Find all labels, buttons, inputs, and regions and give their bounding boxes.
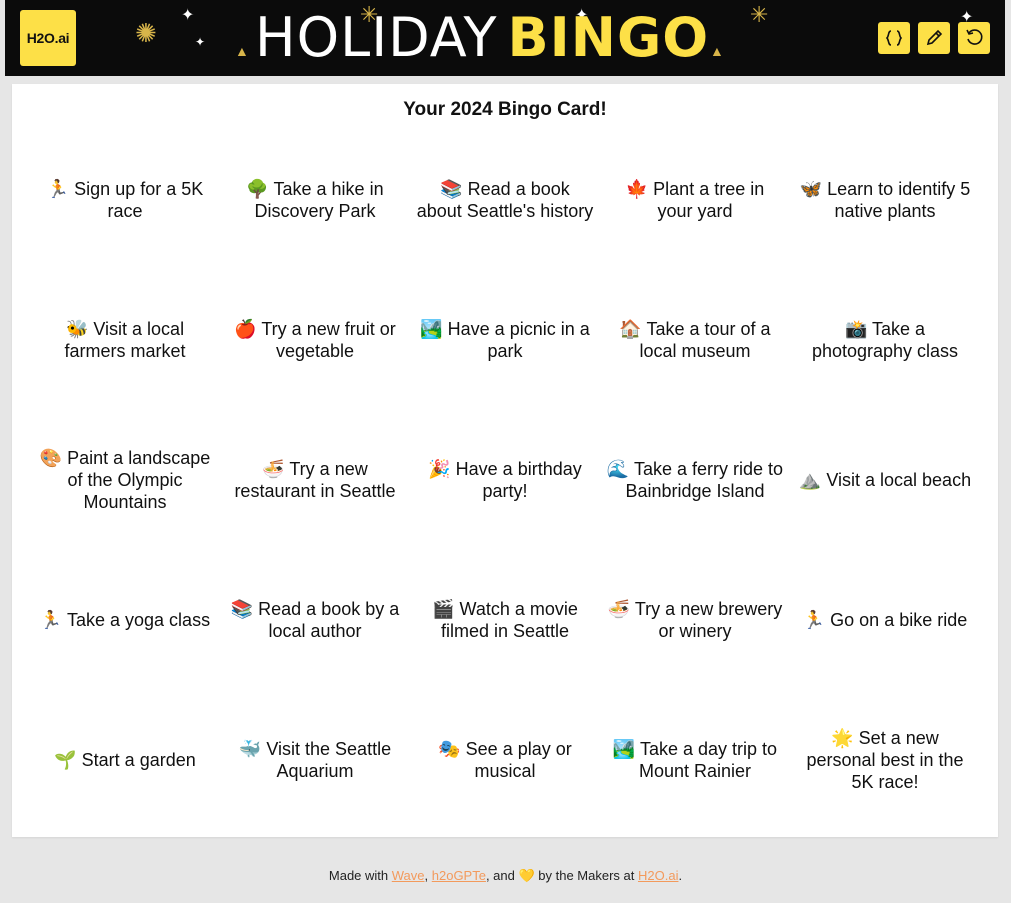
- footer: Made with Wave, h2oGPTe, and 💛 by the Ma…: [0, 868, 1011, 884]
- bingo-cell[interactable]: 🍜 Try a new brewery or winery: [600, 550, 790, 690]
- code-button[interactable]: [878, 22, 910, 54]
- bingo-cell[interactable]: 🌊 Take a ferry ride to Bainbridge Island: [600, 410, 790, 550]
- bingo-cell[interactable]: 📚 Read a book by a local author: [220, 550, 410, 690]
- app-header: ✦ ✦ ✺ ✳ ✦ ✳ ✦ ▲ ▲ H2O.ai HOLIDAY BINGO: [5, 0, 1005, 76]
- bingo-cell[interactable]: ⛰️ Visit a local beach: [790, 410, 980, 550]
- bingo-cell[interactable]: 🎬 Watch a movie filmed in Seattle: [410, 550, 600, 690]
- footer-sep: ,: [424, 868, 432, 883]
- bingo-cell[interactable]: 🎭 See a play or musical: [410, 690, 600, 830]
- h2o-logo: H2O.ai: [20, 10, 76, 66]
- edit-button[interactable]: [918, 22, 950, 54]
- bingo-cell[interactable]: 🐳 Visit the Seattle Aquarium: [220, 690, 410, 830]
- bingo-cell[interactable]: 🌟 Set a new personal best in the 5K race…: [790, 690, 980, 830]
- bingo-cell[interactable]: 🏞️ Take a day trip to Mount Rainier: [600, 690, 790, 830]
- page-title: HOLIDAY BINGO: [255, 6, 775, 70]
- h2oai-link[interactable]: H2O.ai: [638, 868, 678, 883]
- bingo-cell[interactable]: 🌱 Start a garden: [30, 690, 220, 830]
- heart-icon: 💛: [518, 868, 535, 883]
- bingo-grid: 🏃 Sign up for a 5K race 🌳 Take a hike in …: [30, 130, 980, 830]
- wave-link[interactable]: Wave: [392, 868, 425, 883]
- title-holiday: HOLIDAY: [255, 6, 498, 69]
- bingo-cell[interactable]: 🍜 Try a new restaurant in Seattle: [220, 410, 410, 550]
- firework-icon: ✺: [135, 18, 157, 48]
- pencil-icon: [926, 29, 943, 46]
- bingo-cell[interactable]: 🌳 Take a hike in Discovery Park: [220, 130, 410, 270]
- sparkle-icon: ✦: [181, 7, 195, 24]
- sparkle-icon: ✦: [195, 35, 206, 49]
- bingo-cell[interactable]: 🎨 Paint a landscape of the Olympic Mount…: [30, 410, 220, 550]
- undo-icon: [966, 29, 983, 45]
- footer-suffix: .: [678, 868, 683, 883]
- bingo-cell[interactable]: 🏃 Take a yoga class: [30, 550, 220, 690]
- code-braces-icon: [885, 30, 903, 46]
- reset-button[interactable]: [958, 22, 990, 54]
- bingo-cell[interactable]: 📚 Read a book about Seattle's history: [410, 130, 600, 270]
- bingo-cell[interactable]: 🐝 Visit a local farmers market: [30, 270, 220, 410]
- bingo-cell[interactable]: 🏞️ Have a picnic in a park: [410, 270, 600, 410]
- logo-text: H2O.ai: [26, 30, 70, 46]
- bingo-cell[interactable]: 🦋 Learn to identify 5 native plants: [790, 130, 980, 270]
- bingo-cell[interactable]: 🎉 Have a birthday party!: [410, 410, 600, 550]
- footer-prefix: Made with: [328, 868, 392, 883]
- bingo-cell[interactable]: 🏃 Go on a bike ride: [790, 550, 980, 690]
- bingo-cell[interactable]: 🏠 Take a tour of a local museum: [600, 270, 790, 410]
- tree-icon: ▲: [235, 43, 249, 59]
- bingo-cell[interactable]: 📸 Take a photography class: [790, 270, 980, 410]
- bingo-cell[interactable]: 🍎 Try a new fruit or vegetable: [220, 270, 410, 410]
- bingo-cell[interactable]: 🏃 Sign up for a 5K race: [30, 130, 220, 270]
- footer-sep: , and: [485, 868, 519, 883]
- footer-mid: by the Makers at: [534, 868, 638, 883]
- title-bingo: BINGO: [507, 6, 710, 69]
- bingo-card: Your 2024 Bingo Card! 🏃 Sign up for a 5K…: [12, 84, 998, 837]
- card-title: Your 2024 Bingo Card!: [403, 99, 607, 120]
- h2ogpte-link[interactable]: h2oGPTe: [432, 868, 486, 883]
- bingo-cell[interactable]: 🍁 Plant a tree in your yard: [600, 130, 790, 270]
